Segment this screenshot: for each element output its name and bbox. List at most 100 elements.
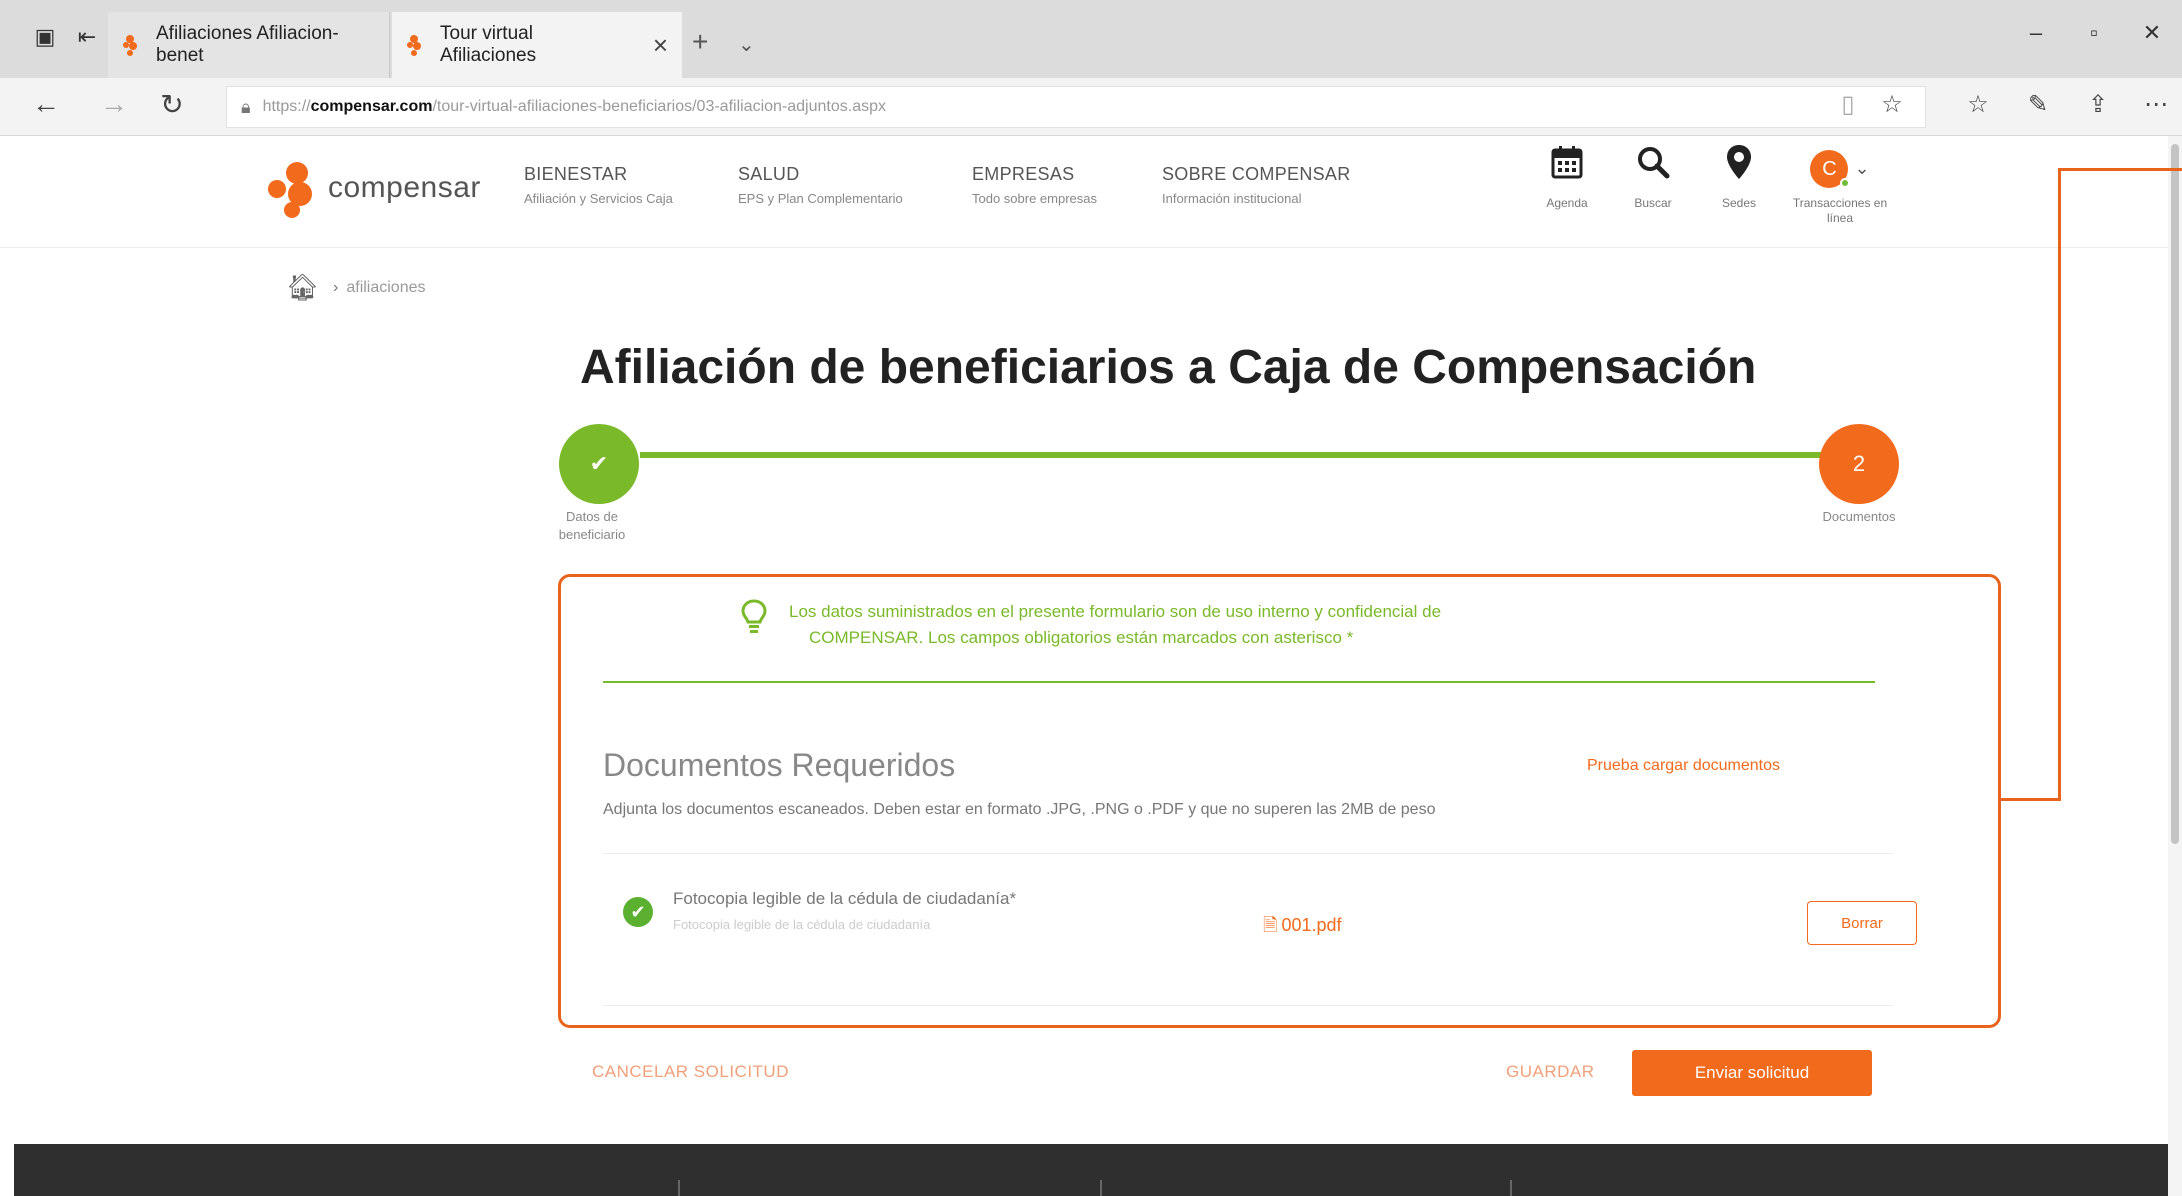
- menu-sobre-compensar[interactable]: SOBRE COMPENSAR Información instituciona…: [1162, 164, 1351, 206]
- user-menu[interactable]: C ⌄: [1790, 144, 1890, 192]
- minimize-icon[interactable]: –: [2016, 20, 2056, 46]
- callout-connector: [2058, 168, 2061, 801]
- uploaded-file-link[interactable]: 🗎︎ 001.pdf: [1263, 913, 1342, 943]
- search-icon: [1618, 144, 1688, 192]
- tab-title: Tour virtual Afiliaciones: [440, 23, 537, 66]
- agenda-button[interactable]: Agenda: [1532, 144, 1602, 211]
- sedes-button[interactable]: Sedes: [1704, 144, 1774, 211]
- back-arrow-icon[interactable]: ←: [28, 88, 64, 120]
- scrollbar-thumb[interactable]: [2171, 144, 2179, 844]
- breadcrumb-current[interactable]: afiliaciones: [346, 279, 425, 297]
- transacciones-label: Transacciones en línea: [1792, 196, 1888, 225]
- tab-title: Afiliaciones Afiliacion-benet: [156, 23, 339, 66]
- sedes-label: Sedes: [1721, 196, 1757, 210]
- page-scrollbar[interactable]: [2168, 136, 2182, 1196]
- avatar-initial: C: [1822, 158, 1837, 180]
- favorite-star-icon[interactable]: ☆: [1874, 90, 1910, 119]
- home-icon[interactable]: 🏠︎: [286, 272, 319, 303]
- menu-title: SALUD: [738, 164, 800, 184]
- share-icon[interactable]: ⇪: [2080, 90, 2116, 119]
- row-divider: [603, 1005, 1893, 1006]
- page-title: Afiliación de beneficiarios a Caja de Co…: [580, 341, 1757, 394]
- browser-tab-afiliaciones[interactable]: Afiliaciones Afiliacion-benet: [108, 12, 390, 78]
- breadcrumb-separator-icon: ›: [333, 278, 339, 296]
- delete-document-button[interactable]: Borrar: [1807, 901, 1917, 945]
- more-menu-icon[interactable]: ⋯: [2138, 90, 2174, 119]
- document-subtitle: Fotocopia legible de la cédula de ciudad…: [673, 917, 931, 932]
- lightbulb-icon: [741, 599, 767, 651]
- close-tab-icon[interactable]: ×: [653, 30, 668, 61]
- logo-text: compensar: [328, 171, 481, 204]
- forward-arrow-icon[interactable]: →: [96, 88, 132, 120]
- new-tab-icon[interactable]: +: [692, 26, 708, 58]
- compensar-logo[interactable]: compensar: [268, 156, 481, 220]
- tab-actions-icon[interactable]: ▣: [30, 22, 60, 52]
- menu-salud[interactable]: SALUD EPS y Plan Complementario: [738, 164, 903, 206]
- document-row: ✔ Fotocopia legible de la cédula de ciud…: [603, 859, 1917, 969]
- buscar-label: Buscar: [1634, 196, 1672, 210]
- compensar-favicon-icon: [122, 34, 144, 56]
- step-1-label: Datos de beneficiario: [558, 509, 626, 542]
- url-scheme: https://: [262, 98, 311, 115]
- menu-subtitle: Información institucional: [1162, 191, 1302, 206]
- lock-icon: 🔒︎: [241, 96, 251, 117]
- try-upload-documents-link[interactable]: Prueba cargar documentos: [1587, 757, 1780, 775]
- refresh-icon[interactable]: ↻: [154, 88, 190, 121]
- cancel-request-link[interactable]: CANCELAR SOLICITUD: [592, 1062, 789, 1082]
- checkmark-icon: ✔: [589, 451, 609, 476]
- documents-description: Adjunta los documentos escaneados. Deben…: [603, 801, 1436, 818]
- compensar-logo-mark-icon: [268, 156, 320, 220]
- menu-empresas[interactable]: EMPRESAS Todo sobre empresas: [972, 164, 1097, 206]
- notice-divider: [603, 681, 1875, 683]
- stepper-progress-line: [640, 452, 1840, 458]
- reading-view-icon[interactable]: ▯: [1830, 90, 1866, 119]
- location-pin-icon: [1704, 144, 1774, 192]
- notice-line-2: COMPENSAR. Los campos obligatorios están…: [809, 628, 1354, 647]
- step-2-current: 2: [1819, 424, 1899, 504]
- web-note-icon[interactable]: ✎: [2020, 90, 2056, 119]
- privacy-notice: Los datos suministrados en el presente f…: [741, 599, 1441, 651]
- menu-title: BIENESTAR: [524, 164, 628, 184]
- browser-tab-bar: ▣ ⇤ Afiliaciones Afiliacion-benet Tour v…: [0, 0, 2182, 78]
- breadcrumb: 🏠︎ › afiliaciones: [286, 272, 426, 303]
- callout-connector: [2058, 168, 2182, 171]
- site-footer: [14, 1144, 2168, 1196]
- url-field[interactable]: 🔒︎ https://compensar.com/tour-virtual-af…: [226, 86, 1926, 128]
- online-status-dot: [1840, 178, 1851, 188]
- step-number: 2: [1852, 451, 1866, 476]
- callout-connector: [2001, 798, 2061, 801]
- menu-title: EMPRESAS: [972, 164, 1075, 184]
- save-link[interactable]: GUARDAR: [1506, 1062, 1595, 1082]
- calendar-icon: [1532, 144, 1602, 192]
- buscar-button[interactable]: Buscar: [1618, 144, 1688, 211]
- browser-address-bar: ← → ↻ 🔒︎ https://compensar.com/tour-virt…: [0, 78, 2182, 136]
- check-circle-icon: ✔: [623, 897, 653, 927]
- footer-separator: [1100, 1180, 1102, 1196]
- set-aside-tabs-icon[interactable]: ⇤: [72, 22, 102, 52]
- tab-list-chevron-icon[interactable]: ⌄: [738, 32, 755, 57]
- transacciones-button[interactable]: C ⌄ Transacciones en línea: [1790, 144, 1890, 226]
- submit-request-button[interactable]: Enviar solicitud: [1632, 1050, 1872, 1096]
- footer-separator: [1510, 1180, 1512, 1196]
- maximize-icon[interactable]: ▫: [2074, 20, 2114, 46]
- site-header: compensar BIENESTAR Afiliación y Servici…: [0, 136, 2182, 248]
- menu-bienestar[interactable]: BIENESTAR Afiliación y Servicios Caja: [524, 164, 673, 206]
- url-host: compensar.com: [310, 98, 433, 115]
- menu-subtitle: EPS y Plan Complementario: [738, 191, 903, 206]
- footer-separator: [678, 1180, 680, 1196]
- agenda-label: Agenda: [1546, 196, 1588, 210]
- url-path: /tour-virtual-afiliaciones-beneficiarios…: [432, 98, 886, 115]
- favorites-list-icon[interactable]: ☆: [1960, 90, 1996, 119]
- menu-subtitle: Afiliación y Servicios Caja: [524, 191, 673, 206]
- row-divider: [603, 853, 1893, 854]
- browser-tab-tour-virtual[interactable]: Tour virtual Afiliaciones ×: [392, 12, 682, 78]
- compensar-favicon-icon: [406, 34, 428, 56]
- menu-subtitle: Todo sobre empresas: [972, 191, 1098, 206]
- documents-form-panel: Los datos suministrados en el presente f…: [558, 574, 2001, 1028]
- menu-title: SOBRE COMPENSAR: [1162, 164, 1351, 184]
- close-window-icon[interactable]: ✕: [2132, 20, 2172, 46]
- step-1-complete: ✔: [559, 424, 639, 504]
- document-name: Fotocopia legible de la cédula de ciudad…: [673, 889, 1017, 908]
- pdf-file-icon: 🗎︎: [1263, 915, 1278, 935]
- step-2-label: Documentos: [1822, 509, 1896, 524]
